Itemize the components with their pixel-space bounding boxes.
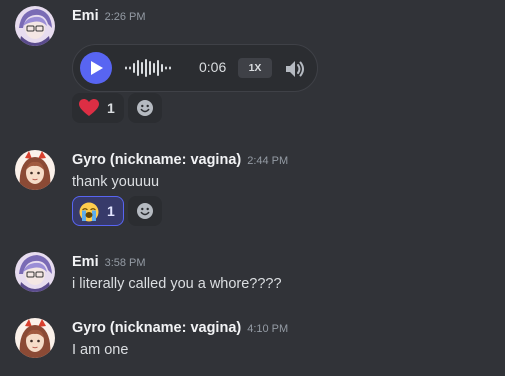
message-text: i literally called you a whore???? — [72, 276, 282, 292]
waveform[interactable] — [125, 57, 189, 79]
message-header: Gyro (nickname: vagina) 2:44 PM — [72, 150, 288, 171]
reaction-loudly-crying[interactable]: 1 — [72, 196, 124, 226]
username[interactable]: Emi — [72, 254, 99, 270]
username[interactable]: Gyro (nickname: vagina) — [72, 152, 241, 168]
message-text: thank youuuu — [72, 174, 160, 190]
smiley-icon — [137, 203, 153, 219]
emi-avatar[interactable] — [15, 6, 55, 46]
message-header: Emi 2:26 PM — [72, 6, 146, 27]
chat-messages: Emi 2:26 PM 0:06 1X 1 Gyro (nickname: va… — [0, 0, 505, 376]
gyro-avatar[interactable] — [15, 150, 55, 190]
message-text: I am one — [72, 342, 129, 358]
timestamp[interactable]: 4:10 PM — [247, 323, 288, 335]
reaction-heart[interactable]: 1 — [72, 93, 124, 123]
play-button[interactable] — [80, 52, 112, 84]
add-reaction-button[interactable] — [128, 93, 162, 123]
timestamp[interactable]: 2:44 PM — [247, 155, 288, 167]
voice-duration: 0:06 — [199, 59, 227, 75]
smiley-icon — [137, 100, 153, 116]
message-header: Gyro (nickname: vagina) 4:10 PM — [72, 318, 288, 339]
reaction-count: 1 — [107, 203, 115, 219]
username[interactable]: Emi — [72, 8, 99, 24]
playback-speed-button[interactable]: 1X — [238, 58, 272, 78]
play-icon — [91, 61, 103, 75]
volume-icon[interactable] — [284, 58, 306, 80]
emi-avatar[interactable] — [15, 252, 55, 292]
red-heart-icon — [79, 99, 99, 116]
timestamp[interactable]: 3:58 PM — [105, 257, 146, 269]
gyro-avatar[interactable] — [15, 318, 55, 358]
voice-message-player: 0:06 1X — [72, 44, 318, 92]
reaction-count: 1 — [107, 100, 115, 116]
timestamp[interactable]: 2:26 PM — [105, 11, 146, 23]
username[interactable]: Gyro (nickname: vagina) — [72, 320, 241, 336]
loudly-crying-face-icon — [79, 202, 99, 222]
add-reaction-button[interactable] — [128, 196, 162, 226]
message-header: Emi 3:58 PM — [72, 252, 146, 273]
